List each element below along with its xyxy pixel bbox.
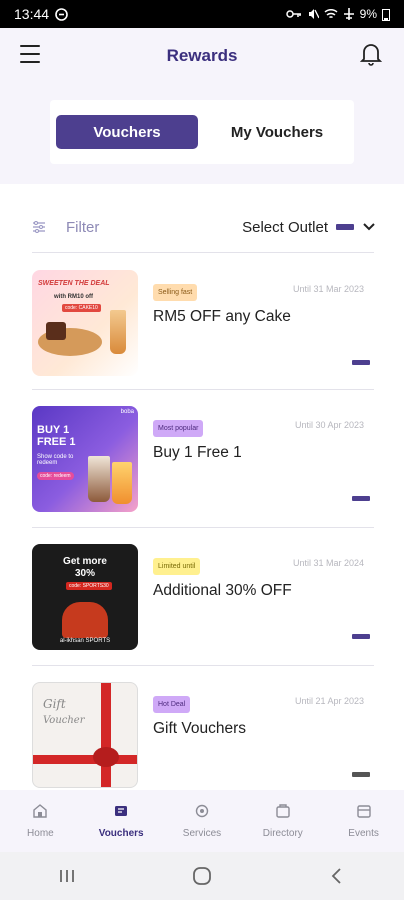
- thumb-brand: boba: [120, 409, 134, 415]
- thumb-code: code: CAKE10: [62, 304, 101, 312]
- voucher-image[interactable]: Gift Voucher: [32, 682, 138, 788]
- voucher-title[interactable]: Gift Vouchers: [153, 720, 293, 738]
- ribbon-vertical: [101, 683, 111, 787]
- directory-icon: [276, 803, 290, 818]
- menu-icon[interactable]: [20, 45, 40, 63]
- voucher-expiry: Until 31 Mar 2024: [292, 558, 364, 568]
- notification-icon: [55, 7, 68, 21]
- divider: [32, 665, 374, 666]
- calendar-icon: [356, 804, 371, 818]
- home-circle-icon: [193, 867, 211, 885]
- voucher-expiry: Until 31 Mar 2023: [292, 284, 364, 294]
- voucher-title[interactable]: Buy 1 Free 1: [153, 444, 293, 462]
- divider: [32, 252, 374, 253]
- voucher-tag: [352, 360, 370, 365]
- voucher-list: Filter Select Outlet SWEETEN THE DEAL wi…: [0, 184, 404, 790]
- thumb-headline: Get more: [63, 556, 107, 567]
- thumb-line2: Show code to redeem: [37, 454, 74, 466]
- ribbon-bow: [93, 747, 119, 767]
- voucher-badge: Hot Deal: [153, 696, 191, 713]
- tab-vouchers[interactable]: Vouchers: [56, 115, 198, 149]
- nav-services-label: Services: [182, 827, 222, 839]
- voucher-image[interactable]: Get more 30% code: SPORTS30 al-ikhsan SP…: [32, 544, 138, 650]
- voucher-badge: Selling fast: [153, 284, 198, 301]
- voucher-card[interactable]: BUY 1 FREE 1 Show code to redeem code: r…: [32, 406, 374, 518]
- voucher-badge: Limited until: [153, 558, 201, 575]
- filter-button[interactable]: Filter: [66, 219, 99, 236]
- voucher-expiry: Until 21 Apr 2023: [294, 696, 364, 706]
- voucher-tabs: Vouchers My Vouchers: [50, 100, 354, 164]
- thumb-headline: SWEETEN THE DEAL: [38, 280, 110, 287]
- battery-text: 9%: [359, 7, 377, 21]
- home-button[interactable]: [191, 865, 213, 887]
- voucher-tag: [352, 772, 370, 777]
- status-time: 13:44: [14, 6, 50, 22]
- nav-vouchers[interactable]: Vouchers: [81, 804, 161, 839]
- voucher-card[interactable]: Get more 30% code: SPORTS30 al-ikhsan SP…: [32, 544, 374, 656]
- select-outlet-label: Select Outlet: [242, 218, 328, 236]
- thumb-cake: [46, 322, 66, 340]
- tab-my-vouchers[interactable]: My Vouchers: [206, 115, 348, 149]
- recent-apps-icon: [60, 870, 75, 882]
- voucher-title[interactable]: Additional 30% OFF: [153, 582, 293, 600]
- nav-events-label: Events: [348, 827, 379, 839]
- thumb-code: code: SPORTS30: [66, 582, 112, 590]
- recent-apps-button[interactable]: [56, 865, 78, 887]
- thumb-line2: Voucher: [43, 715, 85, 726]
- thumb-headline: Gift: [43, 697, 66, 711]
- voucher-expiry: Until 30 Apr 2023: [294, 420, 364, 430]
- outlet-tag: [336, 224, 354, 230]
- chevron-down-icon: [363, 223, 375, 231]
- wifi-icon: [324, 8, 338, 19]
- voucher-image[interactable]: SWEETEN THE DEAL with RM10 off code: CAK…: [32, 270, 138, 376]
- thumb-cup: [112, 462, 132, 504]
- voucher-icon: [115, 805, 128, 816]
- voucher-image[interactable]: BUY 1 FREE 1 Show code to redeem code: r…: [32, 406, 138, 512]
- system-nav-bar: [0, 852, 404, 900]
- select-outlet-dropdown[interactable]: Select Outlet: [242, 219, 376, 236]
- voucher-card[interactable]: SWEETEN THE DEAL with RM10 off code: CAK…: [32, 270, 374, 382]
- ribbon-horizontal: [33, 755, 137, 764]
- status-right: 9%: [285, 7, 390, 21]
- thumb-headline: BUY 1 FREE 1: [37, 424, 76, 448]
- voucher-tag: [352, 634, 370, 639]
- filter-icon[interactable]: [32, 220, 46, 234]
- back-button[interactable]: [326, 865, 348, 887]
- airplane-icon: [343, 8, 354, 20]
- services-icon: [195, 804, 209, 817]
- thumb-drink: [110, 310, 126, 354]
- thumb-line2: with RM10 off: [54, 294, 93, 300]
- bottom-nav: Home Vouchers Services Directory Events: [0, 790, 404, 852]
- thumb-code: code: redeem: [37, 472, 74, 480]
- nav-services[interactable]: Services: [162, 804, 242, 839]
- key-icon: [285, 10, 301, 18]
- nav-home-label: Home: [27, 827, 54, 839]
- mute-icon: [308, 9, 319, 19]
- thumb-brand: al-ikhsan SPORTS: [59, 638, 111, 644]
- app-header: Rewards: [0, 28, 404, 84]
- back-icon: [331, 868, 341, 884]
- nav-vouchers-label: Vouchers: [98, 827, 144, 839]
- voucher-badge: Most popular: [153, 420, 204, 437]
- status-bar: 13:44 9%: [0, 0, 404, 28]
- voucher-card[interactable]: Gift Voucher Hot Deal Until 21 Apr 2023 …: [32, 682, 374, 790]
- page-title: Rewards: [166, 46, 238, 65]
- divider: [32, 389, 374, 390]
- thumb-cup: [88, 456, 110, 502]
- bell-icon[interactable]: [360, 42, 382, 66]
- thumb-athlete: [62, 602, 108, 638]
- divider: [32, 527, 374, 528]
- voucher-tag: [352, 496, 370, 501]
- thumb-line2: 30%: [74, 568, 95, 579]
- nav-directory[interactable]: Directory: [243, 803, 323, 839]
- status-left: 13:44: [14, 6, 68, 22]
- filter-row: Filter Select Outlet: [32, 210, 376, 244]
- nav-directory-label: Directory: [262, 827, 303, 839]
- nav-home[interactable]: Home: [0, 803, 80, 839]
- nav-events[interactable]: Events: [324, 804, 404, 839]
- home-icon: [33, 803, 48, 818]
- battery-icon: [382, 8, 390, 21]
- voucher-title[interactable]: RM5 OFF any Cake: [153, 308, 293, 326]
